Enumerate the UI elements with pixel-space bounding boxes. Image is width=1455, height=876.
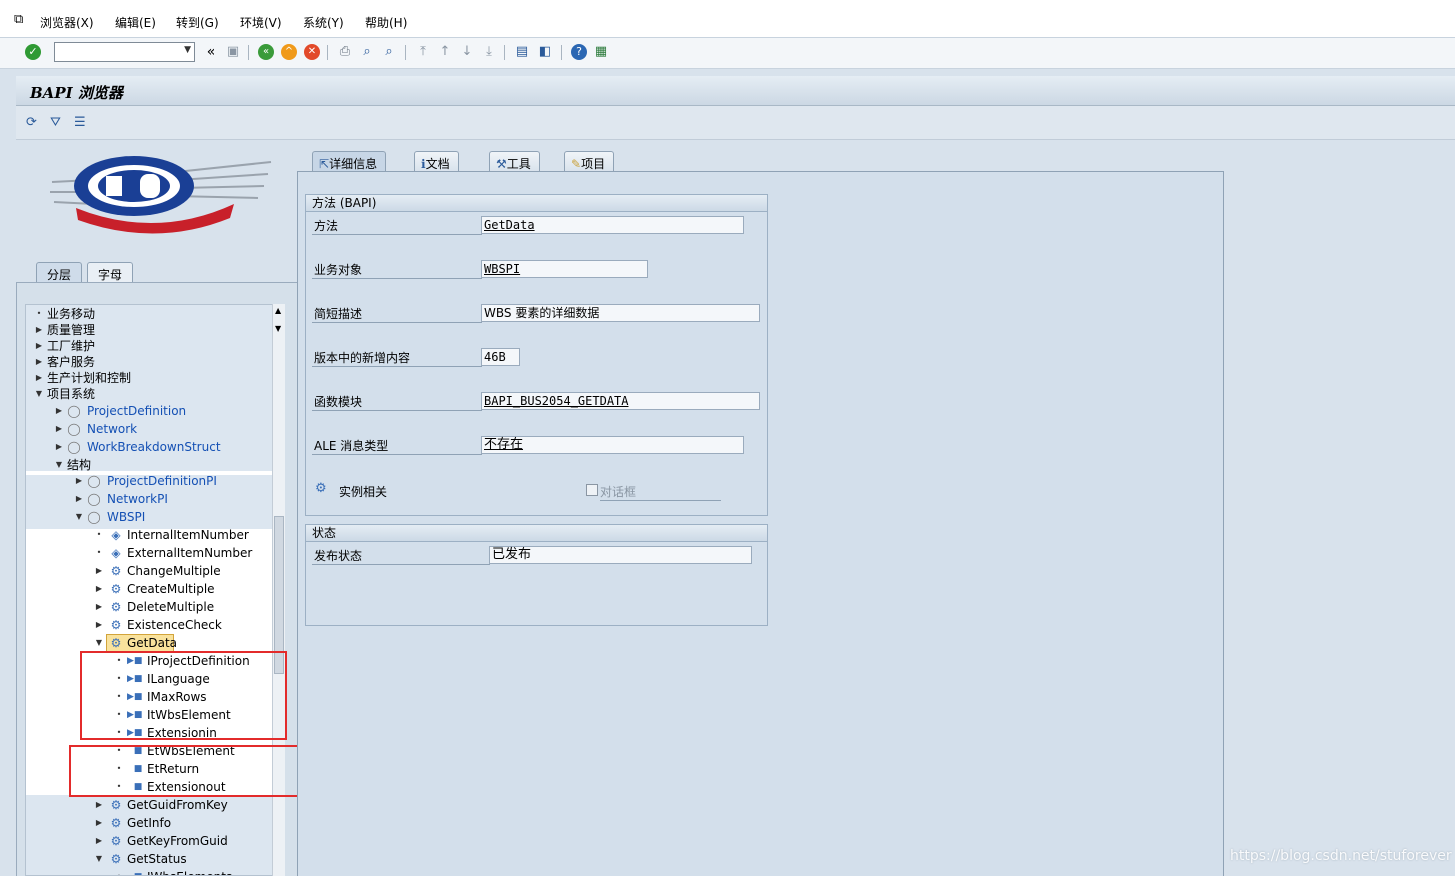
method-icon: ⚙	[110, 636, 122, 650]
method-icon: ⚙	[110, 564, 122, 578]
new-session-icon[interactable]: ▤	[514, 44, 530, 60]
command-field[interactable]: ▼	[54, 42, 195, 62]
first-page-icon[interactable]: ⤒	[415, 44, 431, 60]
status-group: 状态	[305, 524, 768, 626]
tab-documentation[interactable]: ℹ文档	[414, 151, 459, 172]
collapse-icon[interactable]: «	[203, 44, 219, 60]
save-icon[interactable]: ▣	[225, 44, 241, 60]
menu-environment[interactable]: 环境(V)	[240, 14, 282, 31]
list-icon[interactable]: ☰	[74, 115, 86, 130]
dialog-label: 对话框	[600, 483, 721, 501]
previous-page-icon[interactable]: ↑	[437, 44, 453, 60]
method-icon: ⚙	[110, 600, 122, 614]
application-toolbar: ⟳ ⛛ ☰	[16, 106, 1455, 140]
standard-toolbar: ✓ ▼ « ▣ « ^ ✕ ⎙ ⌕ ⌕ ⤒ ↑ ↓ ⤓ ▤ ◧ ? ▦	[0, 38, 1455, 69]
shortcut-icon[interactable]: ◧	[537, 44, 553, 60]
menu-goto[interactable]: 转到(G)	[176, 14, 219, 31]
method-icon: ⚙	[110, 618, 122, 632]
page-title: BAPI 浏览器	[30, 84, 123, 102]
watermark: https://blog.csdn.net/stuforever	[1230, 848, 1452, 864]
title-bar: BAPI 浏览器	[16, 76, 1455, 106]
field-label-method: 方法	[312, 217, 482, 235]
highlight-box-import	[80, 651, 287, 740]
method-icon: ⚙	[110, 816, 122, 830]
method-icon: ⚙	[110, 582, 122, 596]
short-description-field[interactable]: WBS 要素的详细数据	[481, 304, 760, 322]
method-icon: ⚙	[110, 798, 122, 812]
window-menu-icon[interactable]: ⧉	[14, 12, 23, 27]
tools-icon: ⚒	[496, 157, 507, 171]
exit-icon[interactable]: ^	[281, 44, 297, 60]
cancel-icon[interactable]: ✕	[304, 44, 320, 60]
business-object-icon: ◯	[67, 422, 81, 436]
tab-alphabetical[interactable]: 字母	[87, 262, 134, 282]
business-object-icon: ◯	[67, 440, 81, 454]
dropdown-arrow-icon[interactable]: ▼	[184, 45, 191, 55]
enter-icon[interactable]: ✓	[25, 44, 41, 60]
find-next-icon[interactable]: ⌕	[381, 44, 397, 60]
business-object-field[interactable]: WBSPI	[481, 260, 648, 278]
help-icon[interactable]: ?	[571, 44, 587, 60]
bapi-logo	[50, 156, 272, 234]
next-page-icon[interactable]: ↓	[459, 44, 475, 60]
highlight-box-export	[69, 745, 307, 797]
field-label-function-module: 函数模块	[312, 393, 482, 411]
method-icon: ⚙	[110, 852, 122, 866]
refresh-icon[interactable]: ⟳	[26, 115, 37, 130]
find-icon[interactable]: ⌕	[359, 44, 375, 60]
dialog-checkbox[interactable]	[586, 484, 598, 496]
business-object-icon: ◯	[87, 492, 101, 506]
business-object-icon: ◯	[87, 510, 101, 524]
key-field-icon: ◈	[111, 546, 121, 560]
back-icon[interactable]: «	[258, 44, 274, 60]
menu-bar: ⧉ 浏览器(X) 编辑(E) 转到(G) 环境(V) 系统(Y) 帮助(H)	[0, 0, 1455, 38]
instance-icon: ⚙	[315, 481, 327, 496]
menu-system[interactable]: 系统(Y)	[303, 14, 344, 31]
group-title: 状态	[306, 525, 767, 542]
scroll-up-icon[interactable]: ▲	[275, 306, 281, 315]
menu-edit[interactable]: 编辑(E)	[115, 14, 156, 31]
business-object-icon: ◯	[87, 474, 101, 488]
field-label-short-description: 简短描述	[312, 305, 482, 323]
menu-browser[interactable]: 浏览器(X)	[40, 14, 94, 31]
tab-tools[interactable]: ⚒工具	[489, 151, 540, 172]
key-field-icon: ◈	[111, 528, 121, 542]
field-label-ale-message: ALE 消息类型	[312, 437, 482, 455]
customize-layout-icon[interactable]: ▦	[593, 44, 609, 60]
method-icon: ⚙	[110, 834, 122, 848]
ale-message-field[interactable]: 不存在	[481, 436, 744, 454]
parameter-icon: ■	[131, 870, 145, 875]
method-field[interactable]: GetData	[481, 216, 744, 234]
instance-label: 实例相关	[339, 485, 388, 499]
release-field[interactable]: 46B	[481, 348, 520, 366]
field-label-release: 版本中的新增内容	[312, 349, 482, 367]
wand-icon: ✎	[571, 157, 582, 171]
tab-details[interactable]: ⇱详细信息	[312, 151, 387, 172]
release-status-field[interactable]: 已发布	[489, 546, 752, 564]
business-object-icon: ◯	[67, 404, 81, 418]
tab-hierarchical[interactable]: 分层	[36, 262, 83, 282]
filter-icon[interactable]: ⛛	[50, 115, 61, 130]
print-icon[interactable]: ⎙	[337, 44, 353, 60]
function-module-field[interactable]: BAPI_BUS2054_GETDATA	[481, 392, 760, 410]
details-icon: ⇱	[319, 157, 330, 171]
field-label-release-status: 发布状态	[312, 547, 490, 565]
group-title: 方法 (BAPI)	[306, 195, 767, 212]
field-label-business-object: 业务对象	[312, 261, 482, 279]
tab-project[interactable]: ✎项目	[564, 151, 615, 172]
last-page-icon[interactable]: ⤓	[481, 44, 497, 60]
menu-help[interactable]: 帮助(H)	[365, 14, 407, 31]
scroll-down-icon[interactable]: ▼	[275, 324, 281, 333]
